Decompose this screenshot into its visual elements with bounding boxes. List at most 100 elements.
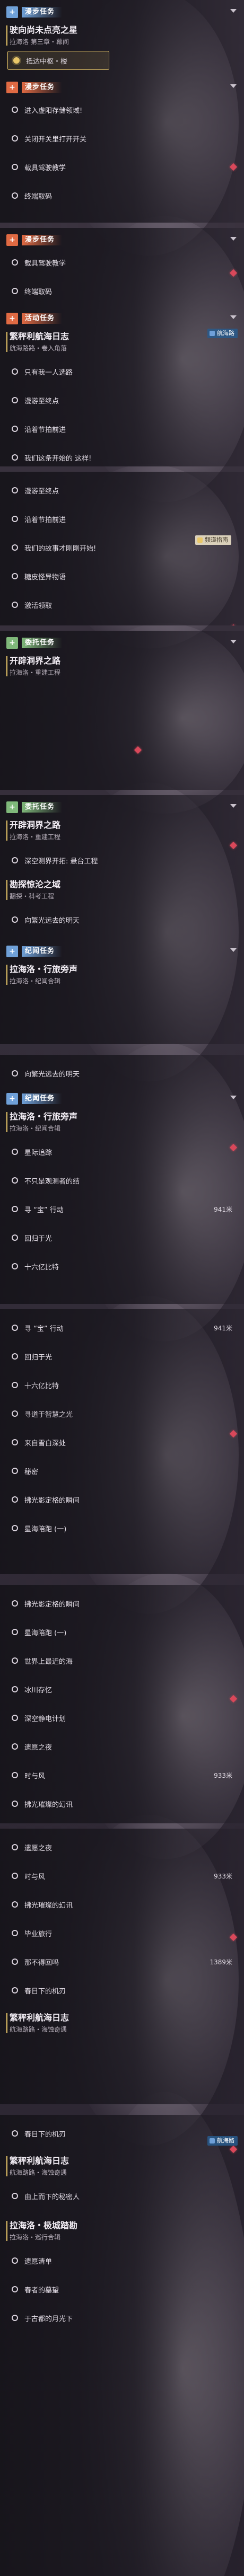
- section-header[interactable]: + 委托任务: [0, 635, 244, 651]
- quest-objective[interactable]: 只有我一人选路: [0, 357, 244, 386]
- quest-objective[interactable]: 遗愿之夜: [0, 1732, 244, 1761]
- quest-objective[interactable]: 向繁光远去的明天: [0, 905, 244, 934]
- chevron-down-icon[interactable]: [230, 948, 237, 952]
- quest-subtitle: 拉海洛・纪闻合辑: [10, 977, 61, 985]
- quest-panel: 春日下的机刃 繁秤利航海日志 航海路路・海蚀奇遇 由上而下的秘密人 拉海洛・极城踏勘 拉海…: [0, 2115, 244, 2576]
- objective-indicator-icon: [12, 544, 18, 551]
- quest-objective[interactable]: 拂光影定格的瞬间: [0, 1589, 244, 1618]
- section-header[interactable]: + 漫步任务: [0, 80, 244, 95]
- quest-objective[interactable]: 来自雪白深处: [0, 1428, 244, 1457]
- section-header[interactable]: + 活动任务: [0, 311, 244, 327]
- quest-objective[interactable]: 秘密: [0, 1457, 244, 1485]
- section-header[interactable]: + 漫步任务: [0, 232, 244, 248]
- chevron-down-icon[interactable]: [230, 804, 237, 808]
- quest-subtitle: 航海路路・海蚀奇遇: [10, 2169, 67, 2176]
- map-tag[interactable]: 航海路: [207, 2136, 238, 2146]
- quest-objective[interactable]: 遗愿之夜: [0, 1833, 244, 1862]
- quest-objective[interactable]: 星海陪跑 (一): [0, 1514, 244, 1542]
- objective-text: 我们的故事才刚刚开始!: [24, 544, 97, 553]
- quest-entry[interactable]: 驶向尚未点亮之星 拉海洛 第三章・幕间: [0, 20, 244, 51]
- quest-objective[interactable]: 深空测界开拓: 悬台工程: [0, 846, 244, 875]
- quest-subtitle: 翻探・科考工程: [10, 893, 55, 900]
- quest-objective[interactable]: 激活领取: [0, 590, 244, 619]
- objective-text: 沿着节拍前进: [24, 516, 66, 524]
- quest-objective[interactable]: 拂光影定格的瞬间: [0, 1485, 244, 1514]
- objective-text: 拂光璀璨的幻讯: [24, 1801, 73, 1809]
- quest-accent-bar: [6, 2221, 7, 2241]
- quest-objective[interactable]: 载具驾驶教学: [0, 153, 244, 181]
- quest-objective[interactable]: 抵达中枢・楼: [7, 51, 109, 70]
- quest-objective[interactable]: 寻 “宝” 行动 941米: [0, 1195, 244, 1223]
- objective-text: 遗愿之夜: [24, 1844, 53, 1852]
- section-header[interactable]: + 纪闻任务: [0, 1091, 244, 1107]
- quest-objective[interactable]: 冰川存忆: [0, 1675, 244, 1704]
- chevron-down-icon[interactable]: [230, 9, 237, 13]
- section-header[interactable]: + 纪闻任务: [0, 943, 244, 959]
- quest-objective[interactable]: 由上而下的秘密人: [0, 2182, 244, 2210]
- quest-objective[interactable]: 漫游至终点: [0, 386, 244, 414]
- objective-indicator-icon: [13, 57, 20, 64]
- quest-entry[interactable]: 繁秤利航海日志 航海路路・海蚀奇遇: [0, 2151, 244, 2182]
- quest-objective[interactable]: 回归于光: [0, 1342, 244, 1371]
- quest-objective[interactable]: 春者的墓望: [0, 2275, 244, 2304]
- quest-objective[interactable]: 春日下的机刃: [0, 1976, 244, 2005]
- quest-objective[interactable]: 沿着节拍前进: [0, 505, 244, 533]
- quest-entry[interactable]: 拉海洛・行旅旁声 拉海洛・纪闻合辑: [0, 959, 244, 990]
- quest-objective[interactable]: 遗愿清单: [0, 2246, 244, 2275]
- quest-objective[interactable]: 拂光璀璨的幻讯: [0, 1890, 244, 1919]
- map-tag[interactable]: 频道指南: [195, 535, 231, 545]
- quest-objective[interactable]: 回归于光: [0, 1223, 244, 1252]
- quest-objective[interactable]: 深空静电计划: [0, 1704, 244, 1732]
- objective-text: 载具驾驶教学: [24, 164, 66, 172]
- quest-entry[interactable]: 拉海洛・极城踏勘 拉海洛・巡行合辑: [0, 2216, 244, 2246]
- quest-objective[interactable]: 我们这条开始的 这样!: [0, 443, 244, 466]
- objective-text: 回归于光: [24, 1353, 53, 1362]
- quest-subtitle: 拉海洛 第三章・幕间: [10, 38, 69, 46]
- objective-indicator-icon: [12, 2315, 18, 2321]
- quest-objective[interactable]: 不只是观测者的结: [0, 1166, 244, 1195]
- chevron-down-icon[interactable]: [230, 1096, 237, 1099]
- quest-objective[interactable]: 星海陪跑 (一): [0, 1618, 244, 1646]
- objective-text: 关闭开关里打开开关: [24, 135, 87, 144]
- quest-objective[interactable]: 进入虚阳存储领域!: [0, 95, 244, 124]
- quest-entry[interactable]: 开辟洞界之路 拉海洛・重建工程: [0, 815, 244, 846]
- quest-objective[interactable]: 毕业旅行: [0, 1919, 244, 1947]
- quest-objective[interactable]: 终端取码: [0, 277, 244, 305]
- chevron-down-icon[interactable]: [230, 84, 237, 88]
- quest-objective[interactable]: 载具驾驶教学: [0, 248, 244, 277]
- quest-accent-bar: [6, 1112, 7, 1132]
- quest-objective[interactable]: 糖皮怪异物语: [0, 562, 244, 590]
- quest-objective[interactable]: 时与风 933米: [0, 1862, 244, 1890]
- section-header[interactable]: + 委托任务: [0, 799, 244, 815]
- quest-objective[interactable]: 十六亿比特: [0, 1371, 244, 1399]
- quest-subtitle: 拉海洛・重建工程: [10, 833, 61, 841]
- quest-accent-bar: [6, 2156, 7, 2176]
- quest-objective[interactable]: 终端取码: [0, 181, 244, 210]
- quest-objective[interactable]: 拂光璀璨的幻讯: [0, 1789, 244, 1818]
- section-header[interactable]: + 漫步任务: [0, 4, 244, 20]
- quest-objective[interactable]: 寻道于智慧之光: [0, 1399, 244, 1428]
- quest-objective[interactable]: 漫游至终点: [0, 476, 244, 505]
- map-tag[interactable]: 航海路: [207, 329, 238, 338]
- chevron-down-icon[interactable]: [230, 640, 237, 643]
- quest-objective[interactable]: 向繁光远去的明天: [0, 1059, 244, 1088]
- quest-objective[interactable]: 寻 “宝” 行动 941米: [0, 1313, 244, 1342]
- objective-text: 星海陪跑 (一): [24, 1629, 67, 1637]
- quest-objective[interactable]: 世界上最近的海: [0, 1646, 244, 1675]
- quest-objective[interactable]: 关闭开关里打开开关: [0, 124, 244, 153]
- chevron-down-icon[interactable]: [230, 315, 237, 319]
- chevron-down-icon[interactable]: [230, 237, 237, 241]
- quest-objective[interactable]: 时与风 933米: [0, 1761, 244, 1789]
- quest-objective[interactable]: 沿着节拍前进: [0, 414, 244, 443]
- quest-title: 拉海洛・行旅旁声: [10, 1111, 78, 1122]
- quest-objective[interactable]: 那不得回吗 1389米: [0, 1947, 244, 1976]
- quest-objective[interactable]: 十六亿比特: [0, 1252, 244, 1281]
- objective-indicator-icon: [12, 487, 18, 493]
- quest-entry[interactable]: 繁秤利航海日志 航海路路・海蚀奇遇: [0, 2008, 244, 2039]
- quest-entry[interactable]: 勘探惊沦之域 翻探・科考工程: [0, 875, 244, 905]
- quest-objective[interactable]: 星际追踪: [0, 1137, 244, 1166]
- quest-entry[interactable]: 拉海洛・行旅旁声 拉海洛・纪闻合辑: [0, 1107, 244, 1137]
- quest-objective[interactable]: 于古都的月光下: [0, 2304, 244, 2332]
- objective-indicator-icon: [12, 2193, 18, 2199]
- quest-entry[interactable]: 开辟洞界之路 拉海洛・重建工程: [0, 651, 244, 682]
